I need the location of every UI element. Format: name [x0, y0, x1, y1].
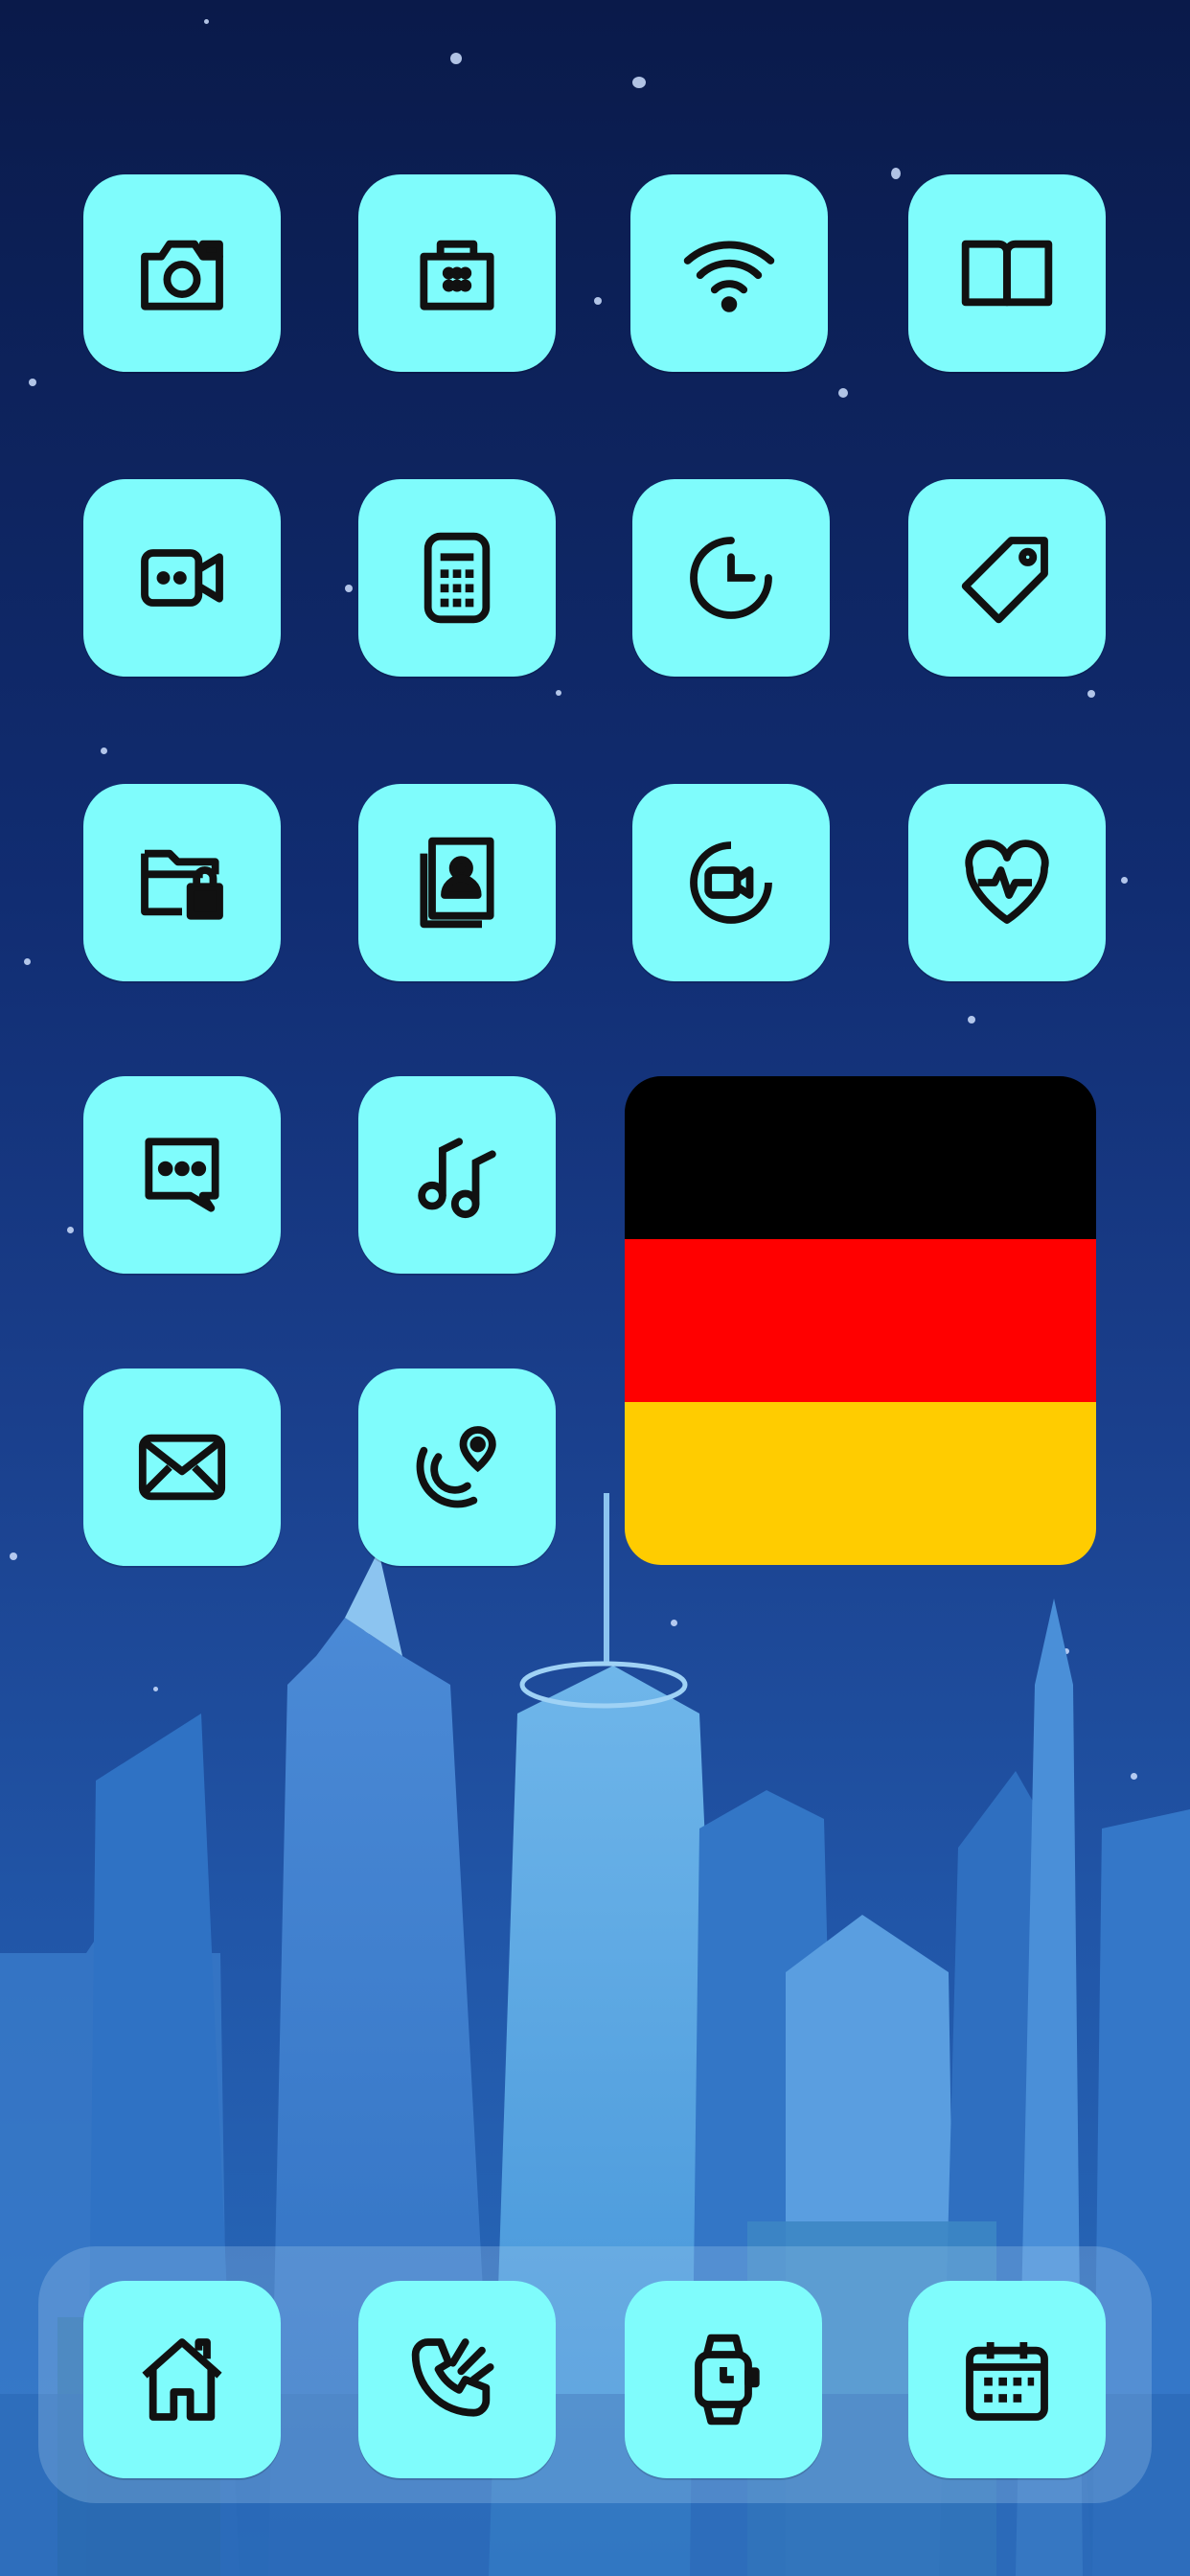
dock-app-calendar[interactable]: [908, 2281, 1106, 2478]
app-camera[interactable]: [83, 174, 281, 372]
clock-icon: [690, 537, 772, 619]
shopping-bag-icon: [420, 240, 494, 310]
messages-icon: [145, 1138, 219, 1212]
phone-icon: [411, 2338, 494, 2417]
mail-icon: [138, 1434, 226, 1501]
health-heart-icon: [965, 840, 1049, 924]
find-my-icon: [416, 1426, 496, 1508]
video-camera-icon: [141, 549, 223, 607]
germany-flag-widget[interactable]: [625, 1076, 1096, 1565]
dock-app-home[interactable]: [83, 2281, 281, 2478]
watch-icon: [695, 2334, 760, 2426]
app-mail[interactable]: [83, 1368, 281, 1566]
contacts-book-icon: [420, 837, 494, 929]
app-calculator[interactable]: [358, 479, 556, 677]
app-contacts[interactable]: [358, 784, 556, 981]
app-facetime[interactable]: [632, 784, 830, 981]
app-find-my[interactable]: [358, 1368, 556, 1566]
app-clock[interactable]: [632, 479, 830, 677]
app-video[interactable]: [83, 479, 281, 677]
wifi-icon: [683, 241, 775, 312]
app-files[interactable]: [83, 784, 281, 981]
flag-stripe-gold: [625, 1402, 1096, 1565]
app-messages[interactable]: [83, 1076, 281, 1274]
folder-lock-icon: [141, 849, 223, 920]
app-store[interactable]: [358, 174, 556, 372]
facetime-icon: [690, 841, 772, 924]
calculator-icon: [423, 532, 491, 624]
calendar-icon: [966, 2342, 1048, 2421]
flag-stripe-black: [625, 1076, 1096, 1240]
music-icon: [418, 1138, 496, 1219]
flag-stripe-red: [625, 1239, 1096, 1403]
dock-app-watch[interactable]: [625, 2281, 822, 2478]
app-health[interactable]: [908, 784, 1106, 981]
app-wifi[interactable]: [630, 174, 828, 372]
dock-app-phone[interactable]: [358, 2281, 556, 2478]
home-icon: [142, 2338, 222, 2421]
app-tag[interactable]: [908, 479, 1106, 677]
app-books[interactable]: [908, 174, 1106, 372]
app-music[interactable]: [358, 1076, 556, 1274]
tag-icon: [961, 537, 1048, 624]
camera-icon: [141, 240, 223, 310]
book-icon: [961, 240, 1053, 307]
